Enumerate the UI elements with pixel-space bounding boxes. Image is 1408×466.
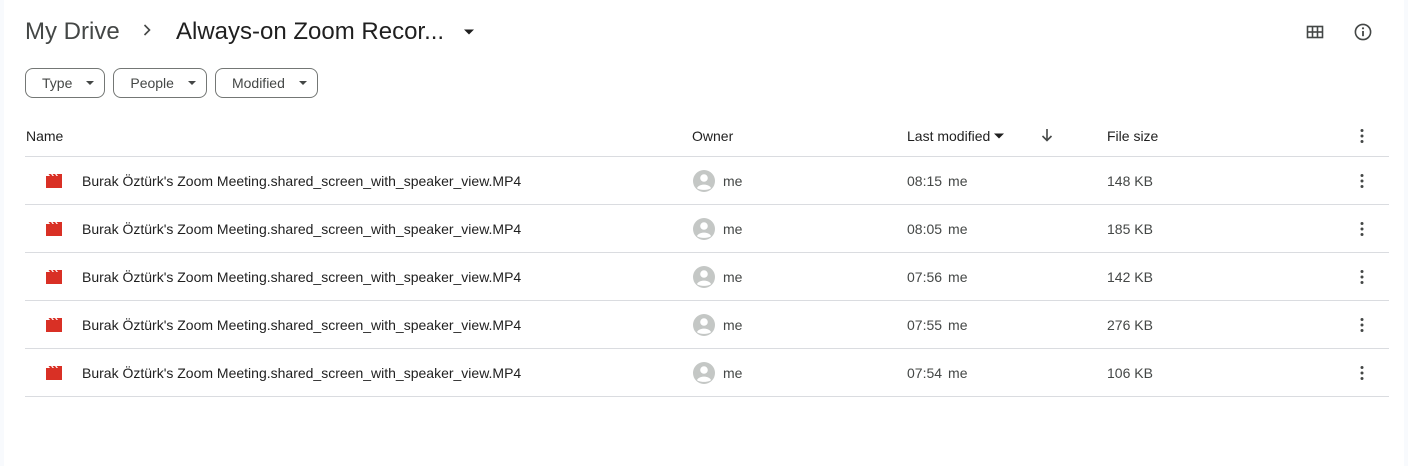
last-modified-value: 07:55 me (907, 317, 968, 333)
modified-by: me (948, 173, 968, 189)
filter-type-label: Type (42, 75, 73, 91)
filter-modified-chip[interactable]: Modified (214, 68, 318, 98)
filter-people-label: People (130, 75, 174, 91)
right-edge (1404, 0, 1408, 466)
modified-time: 07:56 (907, 269, 943, 285)
last-modified-value: 08:05 me (907, 221, 968, 237)
file-size-value: 106 KB (1107, 365, 1153, 381)
more-vert-icon[interactable] (1360, 221, 1364, 237)
modified-time: 08:15 (907, 173, 943, 189)
file-name: Burak Öztürk's Zoom Meeting.shared_scree… (82, 173, 522, 189)
file-size-value: 185 KB (1107, 221, 1153, 237)
caret-down-icon (464, 29, 475, 35)
file-size-value: 142 KB (1107, 269, 1153, 285)
caret-down-icon (187, 81, 196, 85)
file-size-value: 276 KB (1107, 317, 1153, 333)
modified-time: 07:55 (907, 317, 943, 333)
more-vert-icon[interactable] (1360, 317, 1364, 333)
last-modified-value: 07:56 me (907, 269, 968, 285)
table-row[interactable]: Burak Öztürk's Zoom Meeting.shared_scree… (25, 349, 1389, 397)
filter-type-chip[interactable]: Type (25, 68, 106, 98)
file-name: Burak Öztürk's Zoom Meeting.shared_scree… (82, 317, 522, 333)
file-name: Burak Öztürk's Zoom Meeting.shared_scree… (82, 269, 522, 285)
owner-name: me (723, 269, 743, 285)
modified-by: me (948, 365, 968, 381)
current-folder-title: Always-on Zoom Recor... (176, 18, 445, 45)
owner-avatar-icon (693, 314, 715, 336)
filter-people-chip[interactable]: People (113, 68, 207, 98)
video-file-icon (46, 174, 62, 188)
caret-down-icon (86, 81, 95, 85)
last-modified-value: 07:54 me (907, 365, 968, 381)
video-file-icon (46, 270, 62, 284)
file-name: Burak Öztürk's Zoom Meeting.shared_scree… (82, 221, 522, 237)
table-row[interactable]: Burak Öztürk's Zoom Meeting.shared_scree… (25, 157, 1389, 205)
breadcrumb-current-folder[interactable]: Always-on Zoom Recor... (176, 18, 475, 46)
modified-by: me (948, 221, 968, 237)
table-header: Name Owner Last modified File size (25, 116, 1389, 157)
owner-name: me (723, 365, 743, 381)
caret-down-icon (298, 81, 307, 85)
table-row[interactable]: Burak Öztürk's Zoom Meeting.shared_scree… (25, 205, 1389, 253)
more-vert-icon[interactable] (1360, 365, 1364, 381)
column-last-modified-header[interactable]: Last modified (907, 128, 1005, 144)
modified-time: 08:05 (907, 221, 943, 237)
modified-by: me (948, 317, 968, 333)
owner-name: me (723, 173, 743, 189)
owner-name: me (723, 221, 743, 237)
table-row[interactable]: Burak Öztürk's Zoom Meeting.shared_scree… (25, 253, 1389, 301)
column-owner-header: Owner (692, 128, 734, 144)
grid-view-icon[interactable] (1305, 22, 1325, 42)
modified-time: 07:54 (907, 365, 943, 381)
breadcrumb-my-drive[interactable]: My Drive (25, 18, 120, 46)
file-name: Burak Öztürk's Zoom Meeting.shared_scree… (82, 365, 522, 381)
file-size-value: 148 KB (1107, 173, 1153, 189)
last-modified-value: 08:15 me (907, 173, 968, 189)
table-row[interactable]: Burak Öztürk's Zoom Meeting.shared_scree… (25, 301, 1389, 349)
column-name-header[interactable]: Name (26, 128, 63, 144)
column-file-size-header: File size (1107, 128, 1159, 144)
chevron-right-icon (143, 24, 151, 36)
modified-by: me (948, 269, 968, 285)
video-file-icon (46, 222, 62, 236)
video-file-icon (46, 318, 62, 332)
more-vert-icon[interactable] (1360, 173, 1364, 189)
sort-direction-arrow-down-icon[interactable] (1039, 127, 1055, 143)
last-modified-label: Last modified (907, 128, 991, 144)
filter-chips: Type People Modified (25, 68, 318, 98)
header: My Drive Always-on Zoom Recor... (25, 12, 1408, 52)
info-icon[interactable] (1353, 22, 1373, 42)
owner-avatar-icon (693, 170, 715, 192)
owner-avatar-icon (693, 266, 715, 288)
owner-name: me (723, 317, 743, 333)
left-edge (0, 0, 4, 466)
owner-avatar-icon (693, 362, 715, 384)
caret-down-icon (994, 133, 1005, 139)
owner-avatar-icon (693, 218, 715, 240)
video-file-icon (46, 366, 62, 380)
more-vert-icon[interactable] (1360, 128, 1364, 144)
filter-modified-label: Modified (231, 75, 285, 91)
more-vert-icon[interactable] (1360, 269, 1364, 285)
